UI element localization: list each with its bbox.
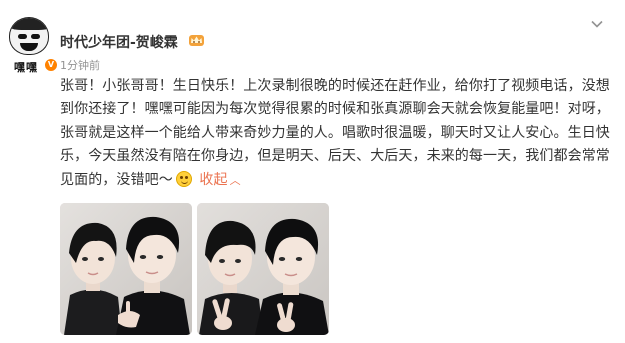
chevron-up-icon: ︿ bbox=[229, 173, 241, 187]
avatar[interactable]: 嘿嘿 V bbox=[5, 17, 58, 75]
verified-badge-icon: V bbox=[44, 58, 58, 72]
avatar-caption: 嘿嘿 bbox=[14, 61, 38, 74]
collapse-label: 收起 bbox=[199, 171, 228, 188]
post-content: 张哥！小张哥哥！生日快乐！上次录制很晚的时候还在赶作业，给你打了视频电话，没想到… bbox=[60, 75, 616, 192]
weibo-post-card: 嘿嘿 V 时代少年团-贺峻霖 1分钟前 张哥！小张哥哥！生日快乐！上次录制很晚的… bbox=[0, 0, 625, 343]
crown-icon bbox=[189, 35, 204, 46]
post-text: 张哥！小张哥哥！生日快乐！上次录制很晚的时候还在赶作业，给你打了视频电话，没想到… bbox=[60, 78, 610, 188]
meme-face-icon bbox=[9, 17, 49, 55]
smile-emoji-icon bbox=[175, 170, 192, 187]
author-name[interactable]: 时代少年团-贺峻霖 bbox=[60, 32, 178, 52]
photo-2[interactable] bbox=[197, 203, 329, 335]
photo-1[interactable] bbox=[60, 203, 192, 335]
collapse-button[interactable]: 收起 ︿ bbox=[199, 172, 240, 188]
post-timestamp[interactable]: 1分钟前 bbox=[60, 57, 100, 73]
chevron-down-icon[interactable] bbox=[590, 17, 604, 31]
